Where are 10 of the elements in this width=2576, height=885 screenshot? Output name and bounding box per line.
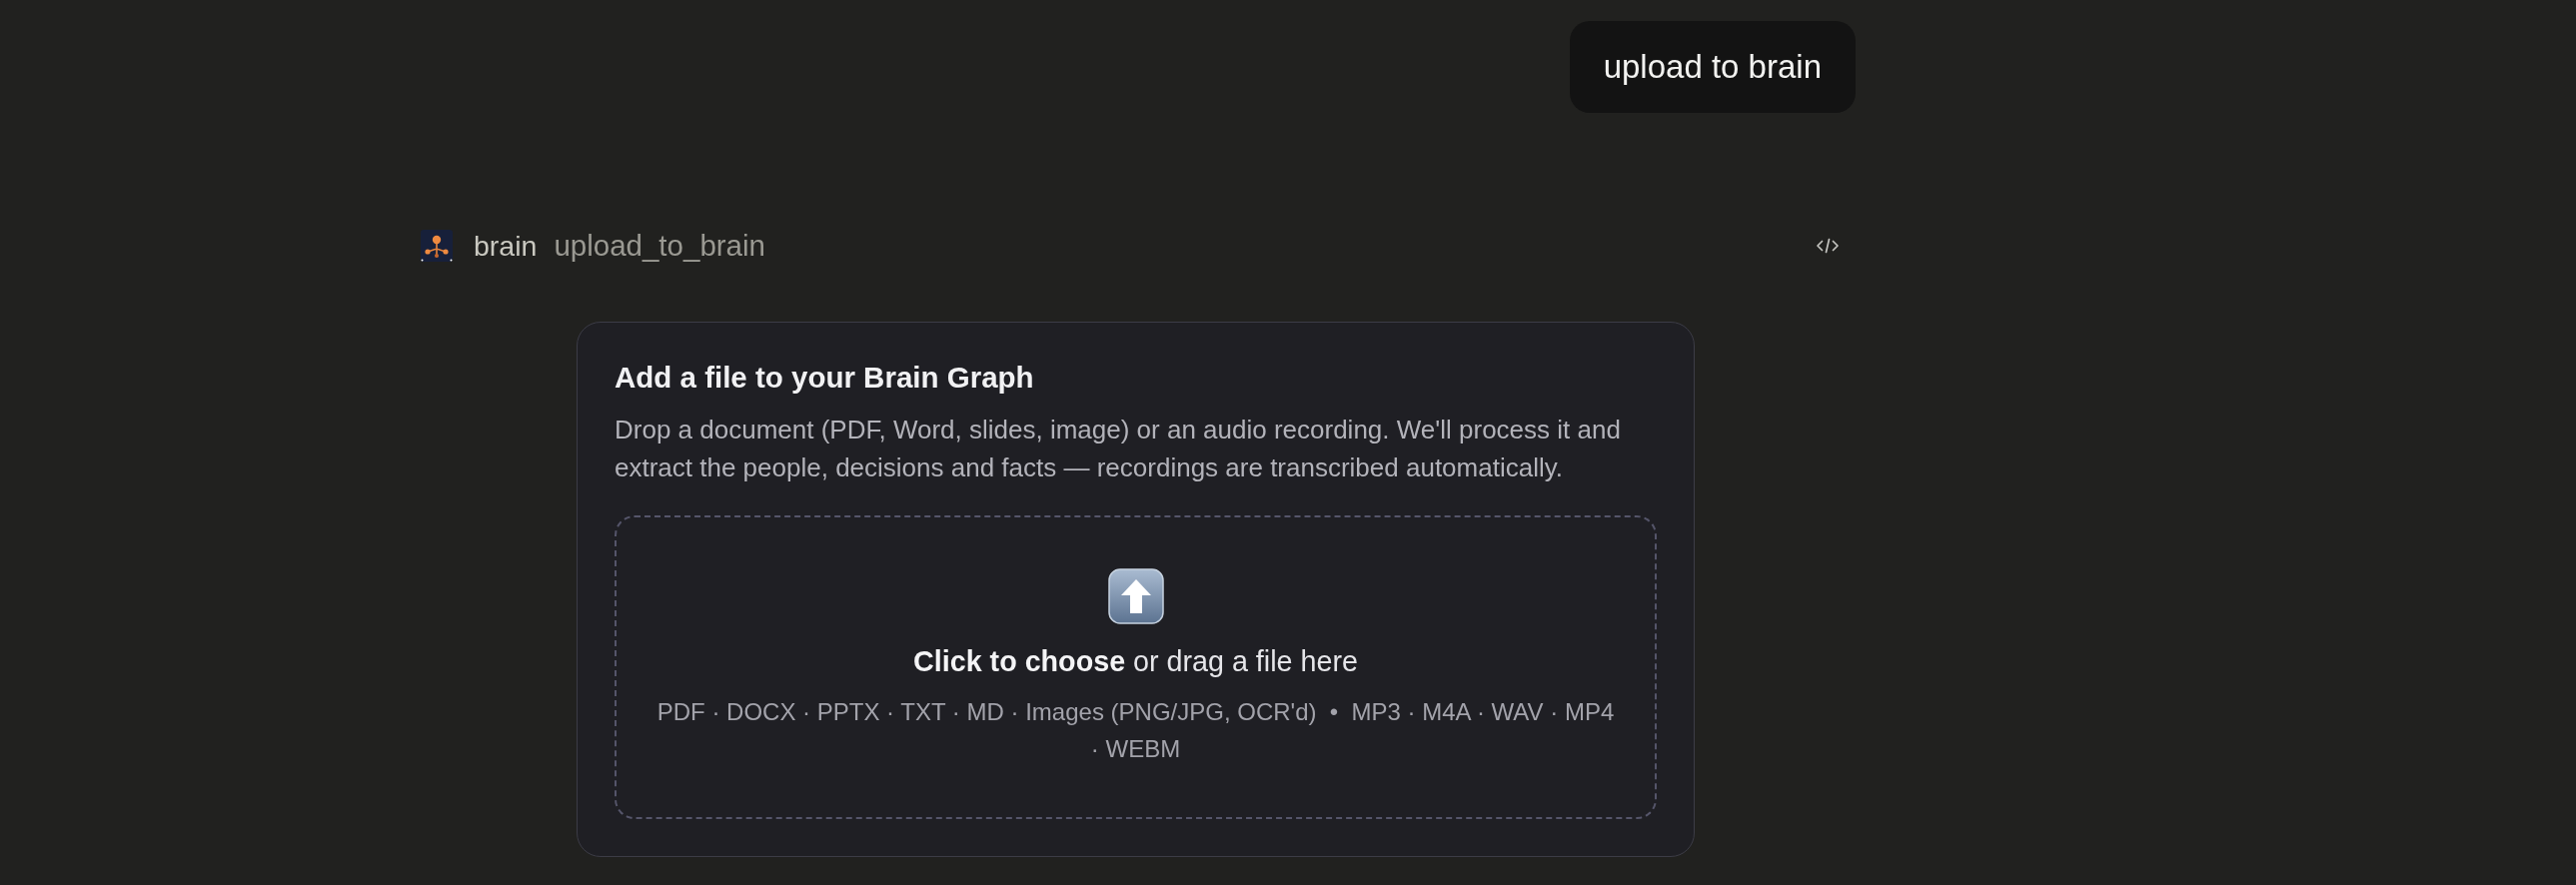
code-icon[interactable] bbox=[1816, 238, 1840, 254]
agent-name: brain bbox=[474, 230, 538, 262]
file-drop-zone[interactable]: Click to choose or drag a file here PDF · DOCX · PPTX · TXT · MD · Images (PNG/JPG, OCR'd) • MP3 · M4A · WAV · MP4 · WEBM bbox=[615, 515, 1657, 819]
card-description: Drop a document (PDF, Word, slides, image) or an audio recording. We'll process it and extract the people, decisions and facts — recordings are transcribed automatically. bbox=[615, 414, 1622, 484]
supported-formats: PDF · DOCX · PPTX · TXT · MD · Images (PNG/JPG, OCR'd) • MP3 · M4A · WAV · MP4 · WEBM bbox=[655, 697, 1616, 764]
node-graph-icon bbox=[421, 230, 453, 262]
user-message: upload to brain bbox=[1569, 21, 1856, 113]
drop-prompt: Click to choose or drag a file here bbox=[913, 644, 1358, 679]
card-title: Add a file to your Brain Graph bbox=[615, 361, 1035, 395]
tool-name: upload_to_brain bbox=[554, 230, 765, 262]
